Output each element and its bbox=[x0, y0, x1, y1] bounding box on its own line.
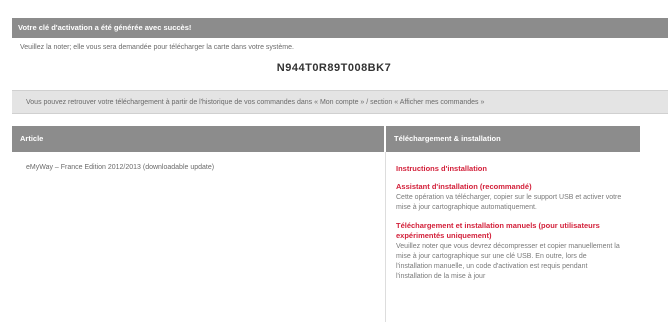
activation-note: Veuillez la noter; elle vous sera demand… bbox=[20, 44, 294, 51]
activation-code: N944T0R89T008BK7 bbox=[276, 62, 392, 74]
instructions-block: Instructions d'installation bbox=[396, 164, 622, 174]
manual-block: Téléchargement et installation manuels (… bbox=[396, 221, 622, 282]
column-divider bbox=[385, 152, 386, 322]
success-message: Votre clé d'activation a été générée ave… bbox=[18, 23, 192, 32]
manual-description: Veuillez noter que vous devrez décompres… bbox=[396, 243, 620, 280]
installation-assistant-link[interactable]: Assistant d'installation (recommandé) bbox=[396, 182, 622, 192]
success-banner: Votre clé d'activation a été générée ave… bbox=[12, 18, 668, 38]
manual-download-link[interactable]: Téléchargement et installation manuels (… bbox=[396, 221, 622, 241]
assistant-block: Assistant d'installation (recommandé) Ce… bbox=[396, 182, 622, 213]
download-column: Instructions d'installation Assistant d'… bbox=[396, 164, 622, 290]
article-name: eMyWay – France Edition 2012/2013 (downl… bbox=[26, 164, 215, 171]
table-header-article: Article bbox=[12, 126, 384, 152]
installation-instructions-link[interactable]: Instructions d'installation bbox=[396, 164, 622, 174]
order-history-info: Vous pouvez retrouver votre téléchargeme… bbox=[12, 90, 668, 114]
order-history-text: Vous pouvez retrouver votre téléchargeme… bbox=[26, 99, 485, 106]
table-header-download: Téléchargement & installation bbox=[386, 126, 640, 152]
assistant-description: Cette opération va télécharger, copier s… bbox=[396, 194, 622, 211]
